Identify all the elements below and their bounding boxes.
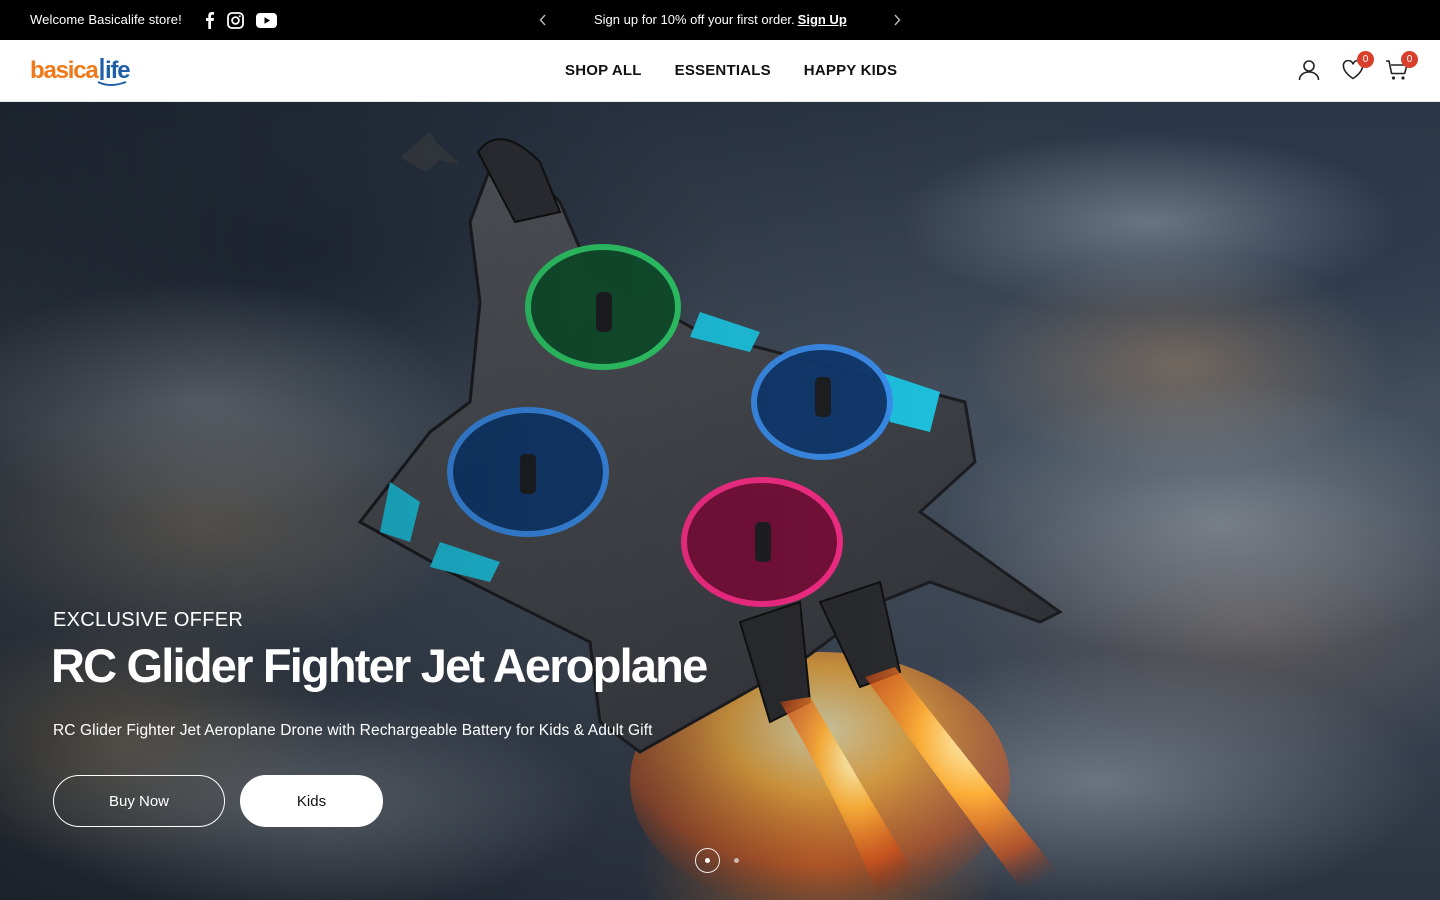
hero-eyebrow: EXCLUSIVE OFFER [53, 609, 244, 631]
nav-shop-all[interactable]: SHOP ALL [565, 62, 642, 79]
svg-text:basica: basica [30, 57, 99, 84]
nav-essentials[interactable]: ESSENTIALS [675, 62, 771, 79]
social-links [204, 10, 277, 30]
slide-dot-1[interactable] [695, 848, 720, 873]
announcement-bar: Welcome Basicalife store! Sign up for 10… [0, 0, 1440, 40]
slide-dot-2[interactable] [734, 858, 739, 863]
svg-text:ife: ife [105, 57, 130, 84]
hero-slider: EXCLUSIVE OFFER RC Glider Fighter Jet Ae… [0, 102, 1440, 900]
wishlist-button[interactable]: 0 [1340, 51, 1374, 84]
user-icon [1298, 60, 1320, 81]
nav-happy-kids[interactable]: HAPPY KIDS [804, 62, 897, 79]
promo-text: Sign up for 10% off your first order. [594, 12, 795, 27]
facebook-icon[interactable] [204, 10, 215, 30]
welcome-message: Welcome Basicalife store! [30, 12, 182, 27]
account-button[interactable] [1296, 56, 1322, 84]
site-logo[interactable]: basica ife [30, 54, 132, 88]
hero-description: RC Glider Fighter Jet Aeroplane Drone wi… [53, 722, 653, 739]
cart-count-badge: 0 [1401, 51, 1418, 68]
announcement-next-button[interactable] [887, 10, 907, 30]
header-actions: 0 0 [1296, 51, 1418, 84]
promo-message: Sign up for 10% off your first order. Sig… [594, 12, 847, 27]
youtube-icon[interactable] [256, 10, 277, 30]
site-header: basica ife SHOP ALL ESSENTIALS HAPPY KID… [0, 40, 1440, 102]
main-nav: SHOP ALL ESSENTIALS HAPPY KIDS [565, 62, 897, 79]
kids-button[interactable]: Kids [240, 775, 383, 827]
chevron-left-icon [539, 14, 546, 26]
slider-pagination [695, 848, 739, 873]
hero-title: RC Glider Fighter Jet Aeroplane [51, 639, 708, 692]
announcement-prev-button[interactable] [533, 10, 553, 30]
sign-up-link[interactable]: Sign Up [798, 12, 847, 27]
buy-now-button[interactable]: Buy Now [53, 775, 225, 827]
instagram-icon[interactable] [227, 10, 244, 30]
cart-button[interactable]: 0 [1384, 51, 1418, 84]
wishlist-count-badge: 0 [1357, 51, 1374, 68]
chevron-right-icon [894, 14, 901, 26]
hero-overlay [0, 102, 1440, 900]
